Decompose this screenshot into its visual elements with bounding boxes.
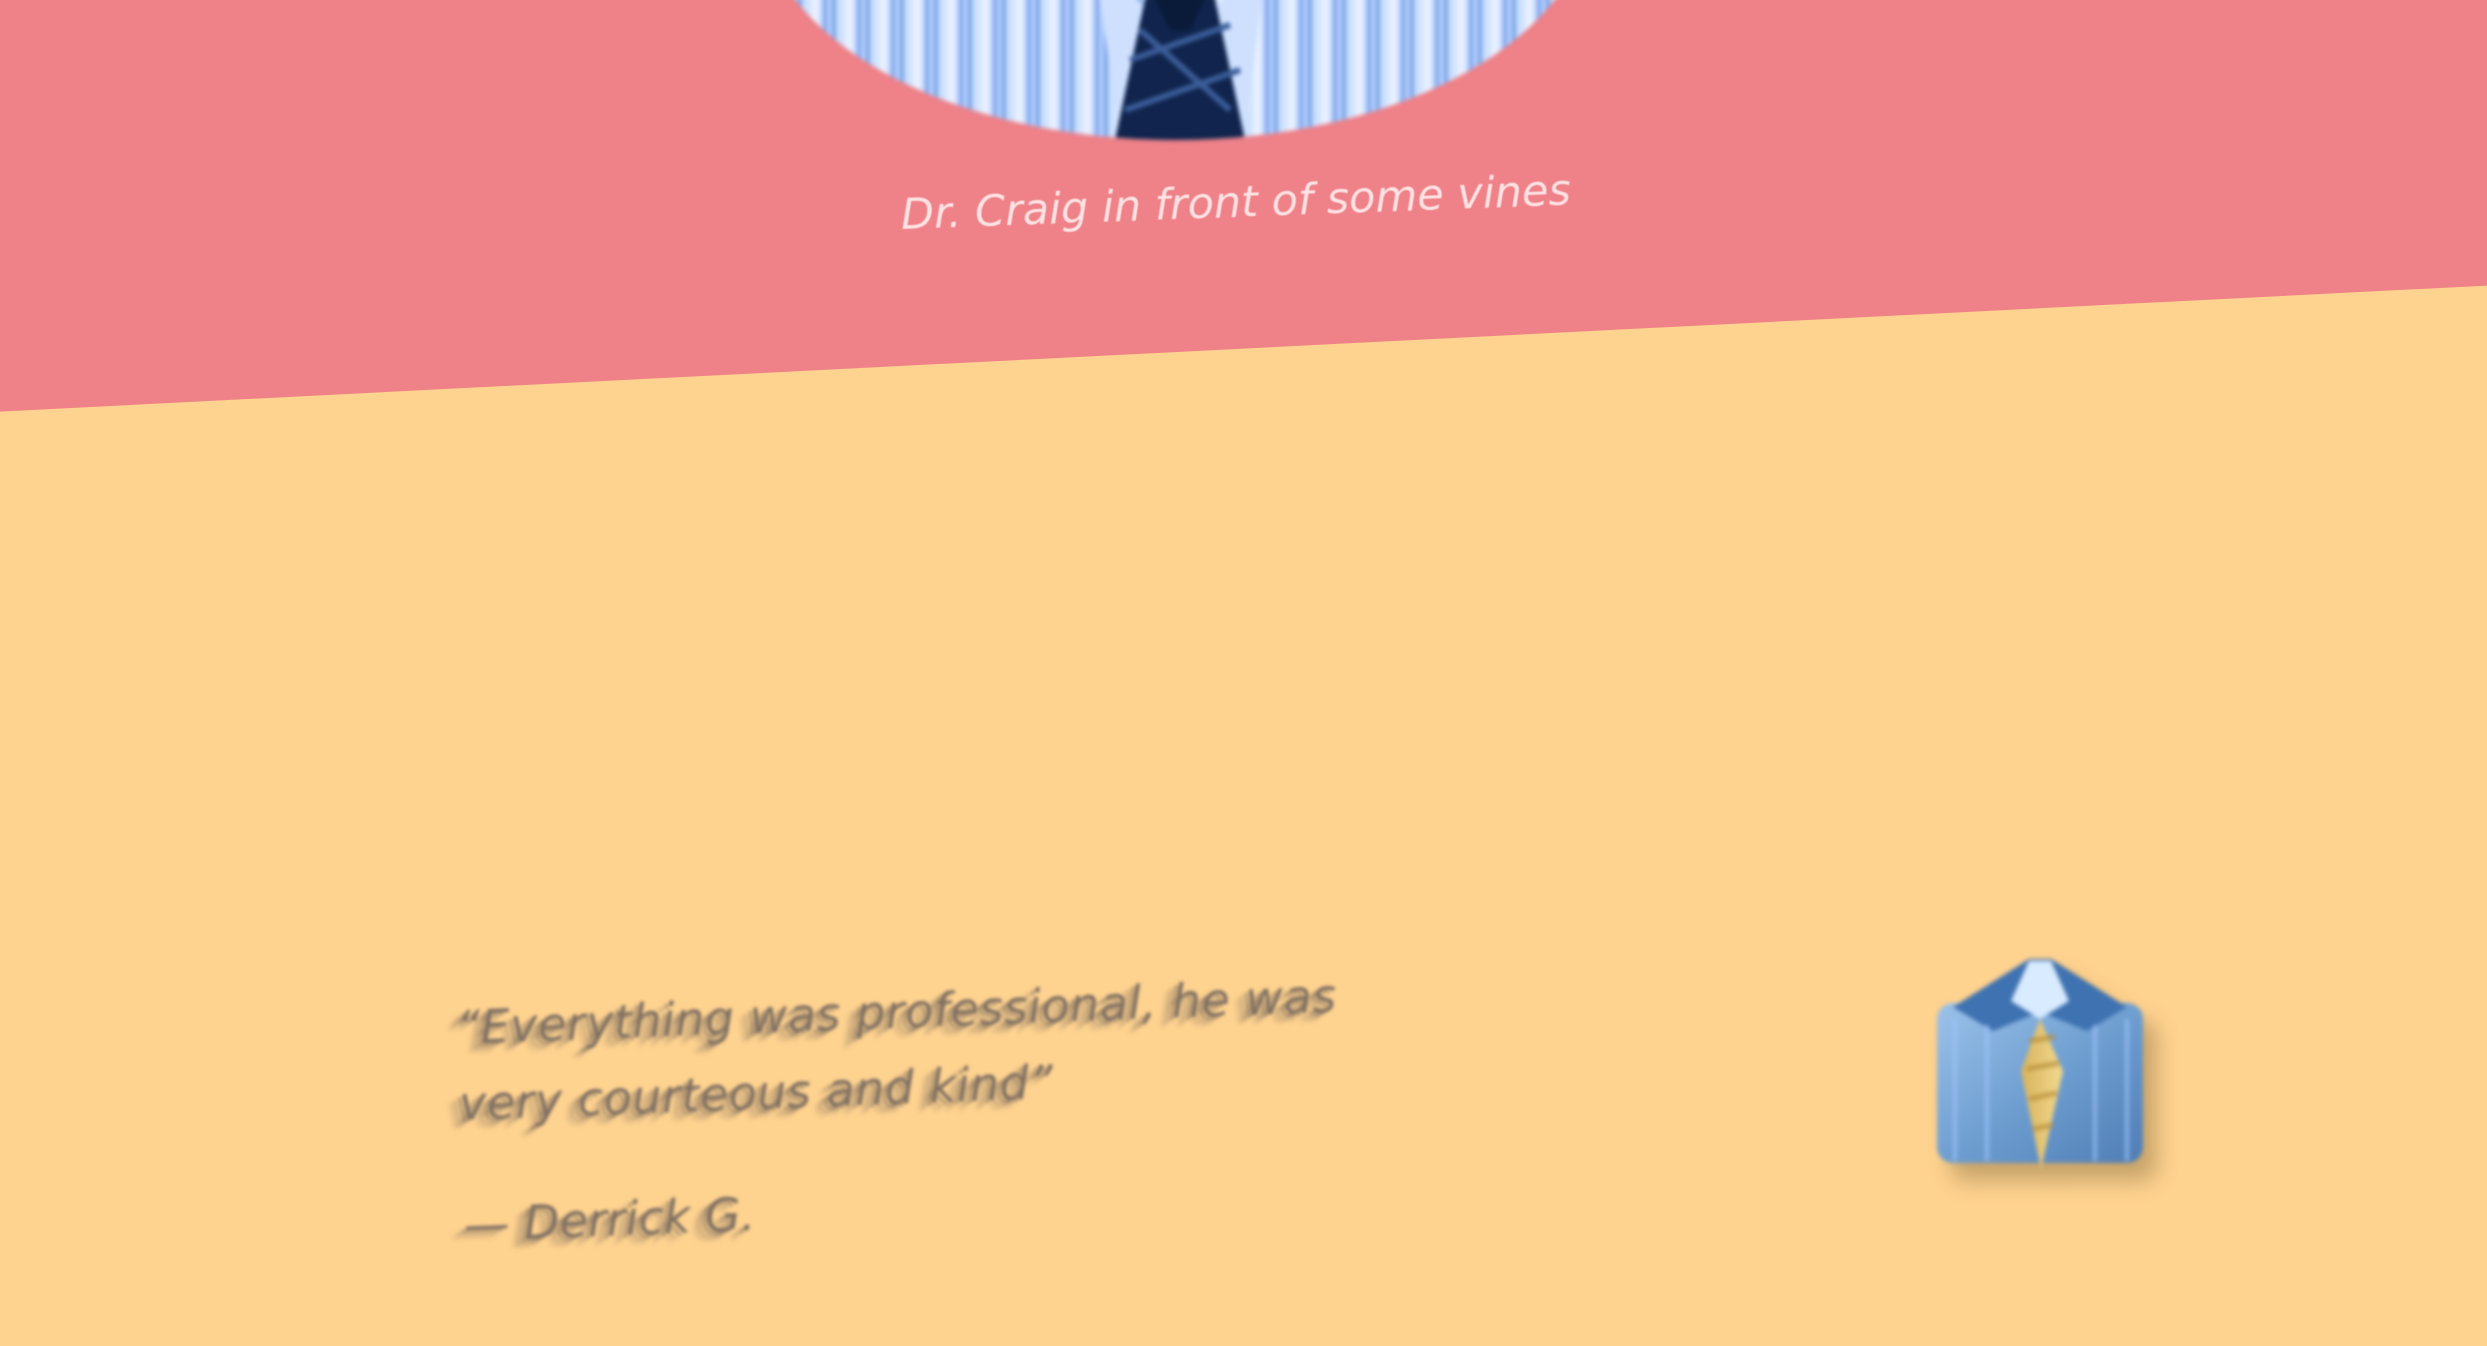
testimonial-author: — Derrick G. (462, 1187, 757, 1252)
testimonial-quote: “Everything was professional, he was ver… (455, 968, 1338, 1131)
testimonial: “Everything was professional, he was ver… (455, 955, 1424, 1252)
shirt-and-tie-icon (1925, 955, 2155, 1175)
